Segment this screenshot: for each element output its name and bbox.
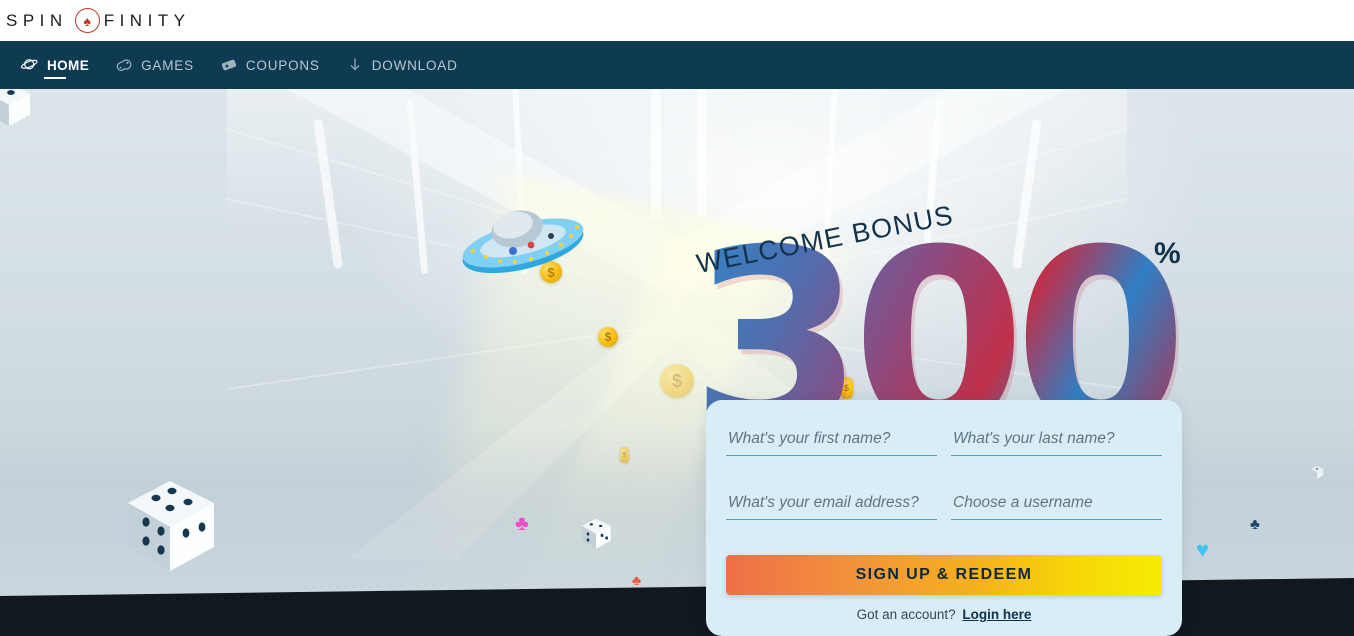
planet-icon [20, 56, 39, 74]
club-suit-magenta: ♣ [515, 512, 529, 535]
email-input[interactable] [726, 490, 937, 520]
signup-row-names [726, 426, 1162, 456]
email-field [726, 490, 937, 520]
login-prompt-row: Got an account? Login here [726, 607, 1162, 622]
nav-item-games[interactable]: GAMES [102, 41, 207, 89]
page-root: SPIN ♠ FINITY HOME GAMES COUPONS DOWNLOA… [0, 0, 1354, 636]
ufo-illustration [462, 210, 584, 274]
login-prompt-text: Got an account? [856, 607, 956, 622]
heart-suit-cyan: ♥ [1196, 537, 1210, 562]
spade-glyph: ♠ [83, 12, 91, 29]
logo-bar: SPIN ♠ FINITY [0, 0, 1354, 41]
last-name-input[interactable] [951, 426, 1162, 456]
brand-name-right: FINITY [103, 10, 191, 30]
nav-item-download[interactable]: DOWNLOAD [333, 41, 471, 89]
first-name-field [726, 426, 937, 456]
dice-right-tiny [1310, 465, 1324, 479]
nav-label-home: HOME [47, 57, 90, 73]
spade-icon: ♠ [74, 8, 100, 33]
dice-large [128, 481, 214, 571]
dice-corner-partial [0, 89, 31, 127]
nav-label-download: DOWNLOAD [371, 57, 458, 73]
coin-gold-tiny-c: $ [620, 447, 629, 463]
main-navigation: HOME GAMES COUPONS DOWNLOAD [0, 41, 1354, 89]
coin-gold-medium: $ [598, 327, 618, 347]
login-here-link[interactable]: Login here [962, 607, 1031, 622]
dice-medium [582, 518, 611, 549]
coin-gold-pale: $ [660, 364, 694, 398]
gamepad-icon [115, 56, 133, 74]
nav-item-home[interactable]: HOME [8, 41, 102, 89]
ticket-icon [220, 56, 238, 74]
brand-logo[interactable]: SPIN ♠ FINITY [6, 8, 191, 33]
first-name-input[interactable] [726, 426, 937, 456]
hero-bonus-unit: % [1154, 237, 1181, 270]
download-icon [346, 56, 364, 74]
nav-label-games: GAMES [141, 57, 194, 73]
brand-name-left: SPIN [6, 10, 68, 30]
last-name-field [951, 426, 1162, 456]
club-suit-navy: ♣ [1250, 516, 1260, 533]
username-field [951, 490, 1162, 520]
signup-redeem-button[interactable]: SIGN UP & REDEEM [726, 555, 1162, 595]
club-suit-red: ♣ [632, 572, 642, 588]
signup-card: SIGN UP & REDEEM Got an account? Login h… [706, 400, 1182, 636]
nav-item-coupons[interactable]: COUPONS [207, 41, 333, 89]
signup-row-credentials [726, 490, 1162, 520]
nav-label-coupons: COUPONS [245, 57, 320, 73]
nav-active-underline [44, 76, 67, 79]
username-input[interactable] [951, 490, 1162, 520]
